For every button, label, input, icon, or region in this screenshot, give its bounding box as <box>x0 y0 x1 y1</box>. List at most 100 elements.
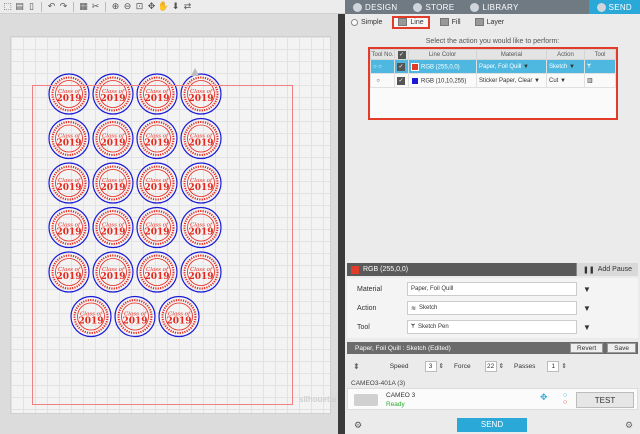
zoom-in-icon[interactable]: ⊕ <box>110 1 121 12</box>
add-pause-button[interactable]: ❚❚ Add Pause <box>576 263 638 276</box>
zoom-fit-icon[interactable]: ⊡ <box>134 1 145 12</box>
enable-checkbox[interactable]: ✓ <box>394 73 409 88</box>
chevron-down-icon: ▼ <box>569 63 575 70</box>
passes-input[interactable]: 1 <box>547 360 560 372</box>
check-icon: ✓ <box>397 62 405 71</box>
feed-arrow-icon[interactable]: ▲ <box>187 63 203 79</box>
chevron-down-icon[interactable]: ▼ <box>583 304 591 313</box>
chevron-down-icon[interactable]: ▼ <box>583 285 591 294</box>
design-icon <box>353 2 362 12</box>
line-color-label: RGB (10,10,255) <box>421 78 467 85</box>
mode-line[interactable]: Line <box>392 15 430 29</box>
stepper-icon[interactable]: ⇕ <box>439 362 444 370</box>
action-dropdown[interactable]: ≋ Sketch <box>407 301 577 315</box>
device-name: CAMEO 3 <box>386 392 416 399</box>
mode-layer[interactable]: Layer <box>471 16 509 29</box>
action-select[interactable]: Sketch ▼ <box>546 59 585 74</box>
material-select[interactable]: Sticker Paper, Clear ▼ <box>476 73 547 88</box>
send-panel: DESIGN STORE LIBRARY SEND Simple Line Fi… <box>345 0 640 434</box>
radio-icon <box>351 18 358 26</box>
material-dropdown[interactable]: Paper, Foil Quill <box>407 282 577 296</box>
revert-button[interactable]: Revert <box>570 343 604 353</box>
tab-design[interactable]: DESIGN <box>345 0 405 14</box>
gear-icon[interactable]: ⚙ <box>625 420 633 431</box>
mode-layer-label: Layer <box>486 18 505 26</box>
tab-store-label: STORE <box>425 2 455 12</box>
mode-simple[interactable]: Simple <box>347 16 386 29</box>
tool-no-cell[interactable]: ○ <box>370 73 395 88</box>
tab-design-label: DESIGN <box>365 2 398 12</box>
action-value: Sketch <box>549 63 568 70</box>
sketch-icon: ≋ <box>411 305 417 312</box>
cutting-mat[interactable]: ▲ Class of 2019 Class of 2019 Class of 2019 Cl… <box>10 36 337 414</box>
feed-icon[interactable]: ⬇ <box>170 1 181 12</box>
toolbar-divider <box>105 1 106 12</box>
redo-icon[interactable]: ↷ <box>58 1 69 12</box>
col-line-color: Line Color <box>408 49 477 60</box>
work-area[interactable]: ▲ Class of 2019 Class of 2019 Class of 2019 Cl… <box>0 14 340 434</box>
grid-icon[interactable]: ▦ <box>78 1 89 12</box>
tool-cell[interactable]: ▥ <box>584 73 616 88</box>
test-button[interactable]: TEST <box>576 392 634 408</box>
send-icon <box>596 2 606 12</box>
stepper-icon[interactable]: ⇕ <box>561 362 566 370</box>
passes-label: Passes <box>514 362 536 370</box>
tab-bar: DESIGN STORE LIBRARY SEND <box>345 0 640 14</box>
zoom-out-icon[interactable]: ⊖ <box>122 1 133 12</box>
library-icon <box>470 2 480 12</box>
instruction-text: Select the action you would like to perf… <box>425 38 560 45</box>
tool-cell[interactable]: Ɏ <box>584 59 616 74</box>
blade-depth-icon: ⬍ <box>353 361 360 371</box>
stepper-icon[interactable]: ⇕ <box>499 362 504 370</box>
mode-fill[interactable]: Fill <box>436 16 465 29</box>
send-button[interactable]: SEND <box>457 418 527 432</box>
clipboard-icon[interactable]: ▯ <box>26 1 37 12</box>
move-arrows-icon[interactable]: ✥ <box>540 392 548 403</box>
tab-library-label: LIBRARY <box>482 2 519 12</box>
speed-label: Speed <box>389 362 409 370</box>
add-pause-label: Add Pause <box>597 266 632 273</box>
save-icon[interactable]: ▤ <box>14 1 25 12</box>
blade-icon: ▥ <box>587 78 593 84</box>
selected-color-swatch <box>351 265 359 274</box>
cut-icon[interactable]: ✂ <box>90 1 101 12</box>
cut-area-border <box>32 85 293 405</box>
tab-send[interactable]: SEND <box>588 0 640 14</box>
tool-no-cell[interactable]: ○ ○ <box>370 59 395 74</box>
action-select[interactable]: Cut ▼ <box>546 73 585 88</box>
device-card[interactable]: CAMEO 3 Ready ✥ ○ ○ TEST <box>347 388 638 410</box>
chevron-down-icon: ▼ <box>523 63 529 70</box>
undo-icon[interactable]: ↶ <box>46 1 57 12</box>
tab-store[interactable]: STORE <box>405 0 462 14</box>
table-row[interactable]: ○ ○ ✓ RGB (255,0,0) Paper, Foil Quill ▼ … <box>370 59 616 74</box>
pan-icon[interactable]: ✥ <box>146 1 157 12</box>
check-all-icon[interactable]: ✓ <box>397 50 406 59</box>
chevron-down-icon[interactable]: ▼ <box>583 323 591 332</box>
action-dropdown-value: Sketch <box>419 305 438 311</box>
move-icon[interactable]: ⇄ <box>182 1 193 12</box>
material-select[interactable]: Paper, Foil Quill ▼ <box>476 59 547 74</box>
mode-fill-label: Fill <box>451 18 461 26</box>
select-icon[interactable]: ⬚ <box>2 1 13 12</box>
cutter-settings-icon[interactable]: ⚙ <box>354 420 362 431</box>
send-mode-selector: Simple Line Fill Layer <box>347 15 637 29</box>
force-input[interactable]: 22 <box>484 360 497 372</box>
speed-input[interactable]: 3 <box>424 360 437 372</box>
panel-divider[interactable] <box>338 14 345 434</box>
sketch-pen-icon: Ɏ <box>411 324 416 330</box>
table-row[interactable]: ○ ✓ RGB (10,10,255) Sticker Paper, Clear… <box>370 73 616 88</box>
mode-line-label: Line <box>410 18 424 26</box>
save-button[interactable]: Save <box>607 343 636 353</box>
status-indicator-icon: ○ ○ <box>563 392 568 406</box>
app-window: ⬚ ▤ ▯ ↶ ↷ ▦ ✂ ⊕ ⊖ ⊡ ✥ ✋ ⬇ ⇄ ▲ Class of 20… <box>0 0 640 434</box>
col-material: Material <box>476 49 547 60</box>
tool-dropdown-value: Sketch Pen <box>418 324 449 330</box>
tool-row: Tool Ɏ Sketch Pen ▼ <box>347 318 638 336</box>
tool-dropdown[interactable]: Ɏ Sketch Pen <box>407 320 577 334</box>
drag-icon[interactable]: ✋ <box>158 1 169 12</box>
sketch-pen-icon: Ɏ <box>587 63 592 70</box>
material-value: Paper, Foil Quill <box>479 63 522 70</box>
check-icon: ✓ <box>397 76 405 85</box>
enable-checkbox[interactable]: ✓ <box>394 59 409 74</box>
tab-library[interactable]: LIBRARY <box>462 0 526 14</box>
